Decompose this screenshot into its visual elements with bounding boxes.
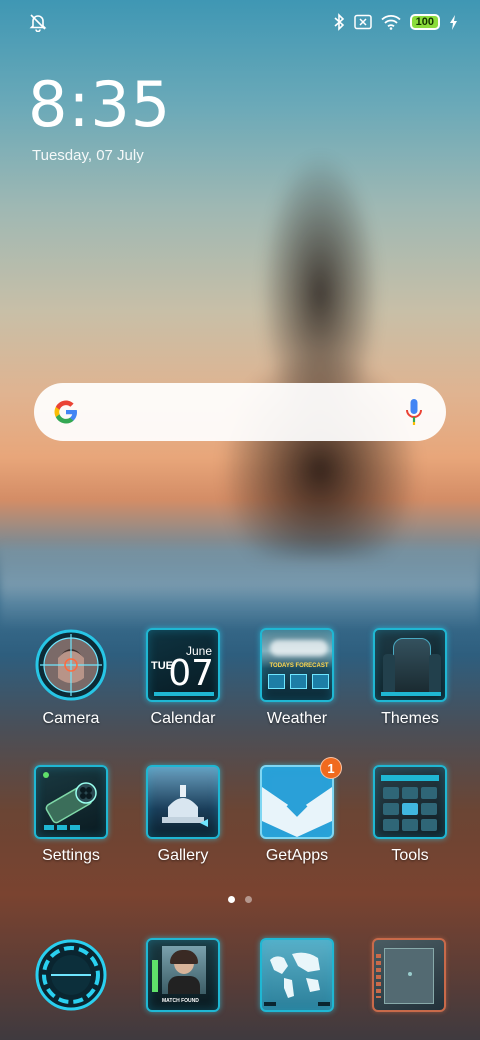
tools-icon bbox=[373, 765, 447, 839]
app-calendar[interactable]: June TUE 07 Calendar bbox=[128, 628, 238, 728]
settings-icon bbox=[34, 765, 108, 839]
contacts-dock-icon[interactable]: MATCH FOUND bbox=[146, 938, 220, 1012]
browser-dock-icon[interactable] bbox=[260, 938, 334, 1012]
app-label: Gallery bbox=[157, 847, 209, 864]
google-search-bar[interactable] bbox=[34, 383, 446, 441]
gallery-icon bbox=[146, 765, 220, 839]
wallpaper-rock bbox=[215, 150, 425, 560]
sim-x-icon bbox=[353, 14, 372, 30]
weather-icon-caption: TODAYS FORECAST bbox=[269, 663, 329, 669]
page-indicator bbox=[0, 896, 480, 903]
app-camera[interactable]: Camera bbox=[16, 628, 126, 728]
app-weather[interactable]: TODAYS FORECAST Weather bbox=[242, 628, 352, 728]
calendar-icon: June TUE 07 bbox=[146, 628, 220, 702]
app-label: Tools bbox=[391, 847, 429, 864]
alarm-off-icon bbox=[29, 14, 47, 32]
calendar-icon-date: 07 bbox=[168, 653, 214, 694]
page-dot[interactable] bbox=[245, 896, 252, 903]
app-label: Camera bbox=[42, 710, 100, 727]
bluetooth-icon bbox=[334, 13, 344, 31]
weather-icon: TODAYS FORECAST bbox=[260, 628, 334, 702]
app-getapps[interactable]: 1 GetApps bbox=[242, 757, 352, 865]
bolt-icon bbox=[450, 14, 457, 30]
notification-badge: 1 bbox=[320, 757, 342, 779]
contacts-caption: MATCH FOUND bbox=[162, 998, 199, 1004]
camera-icon bbox=[34, 628, 108, 702]
app-label: Weather bbox=[266, 710, 328, 727]
messages-dock-icon[interactable] bbox=[372, 938, 446, 1012]
app-tools[interactable]: Tools bbox=[355, 765, 465, 865]
mic-icon[interactable] bbox=[404, 398, 424, 426]
wifi-icon bbox=[381, 15, 401, 30]
app-label: Calendar bbox=[150, 710, 216, 727]
app-label: Settings bbox=[42, 847, 100, 864]
getapps-icon: 1 bbox=[260, 757, 342, 839]
app-gallery[interactable]: Gallery bbox=[128, 765, 238, 865]
page-dot-active[interactable] bbox=[228, 896, 235, 903]
battery-level: 100 bbox=[415, 16, 434, 28]
themes-icon bbox=[373, 628, 447, 702]
google-g-icon bbox=[54, 400, 77, 424]
status-bar: 100 bbox=[0, 0, 480, 44]
clock-time[interactable]: 8:35 bbox=[28, 68, 171, 141]
phone-dock-icon[interactable] bbox=[34, 938, 108, 1012]
wallpaper-haze bbox=[0, 540, 480, 630]
app-settings[interactable]: Settings bbox=[16, 765, 126, 865]
app-label: GetApps bbox=[265, 847, 329, 864]
app-label: Themes bbox=[381, 710, 439, 727]
clock-date[interactable]: Tuesday, 07 July bbox=[32, 147, 144, 164]
app-themes[interactable]: Themes bbox=[355, 628, 465, 728]
battery-indicator: 100 bbox=[409, 14, 440, 30]
